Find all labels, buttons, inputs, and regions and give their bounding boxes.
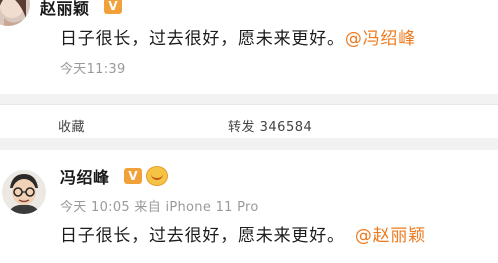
separator <box>0 94 498 104</box>
post-timestamp[interactable]: 今天11:39 <box>60 58 126 77</box>
post-meta[interactable]: 今天 10:05 来自 iPhone 11 Pro <box>60 196 259 215</box>
separator <box>0 138 498 150</box>
avatar[interactable] <box>2 170 46 214</box>
post-author-name[interactable]: 赵丽颖 <box>40 0 90 19</box>
favorite-button[interactable]: 收藏 <box>58 116 85 135</box>
vip-badge-icon: V <box>104 0 122 14</box>
post-author-name[interactable]: 冯绍峰 <box>60 164 110 188</box>
vip-badge-icon: V <box>124 168 142 184</box>
action-bar: 收藏 转发 346584 <box>0 108 498 138</box>
post-text-body: 日子很长，过去很好，愿未来更好。 <box>60 226 345 246</box>
smile-badge-icon <box>146 166 168 186</box>
cartoon-avatar-icon <box>2 170 46 214</box>
divider <box>0 104 498 105</box>
post-text: 日子很长，过去很好，愿未来更好。@冯绍峰 <box>60 24 416 49</box>
repost-button[interactable]: 转发 346584 <box>228 116 312 135</box>
mention-link[interactable]: @冯绍峰 <box>345 29 416 49</box>
post-text: 日子很长，过去很好，愿未来更好。 @赵丽颖 <box>60 221 426 246</box>
post-text-body: 日子很长，过去很好，愿未来更好。 <box>60 29 345 49</box>
mention-link[interactable]: @赵丽颖 <box>355 226 426 246</box>
